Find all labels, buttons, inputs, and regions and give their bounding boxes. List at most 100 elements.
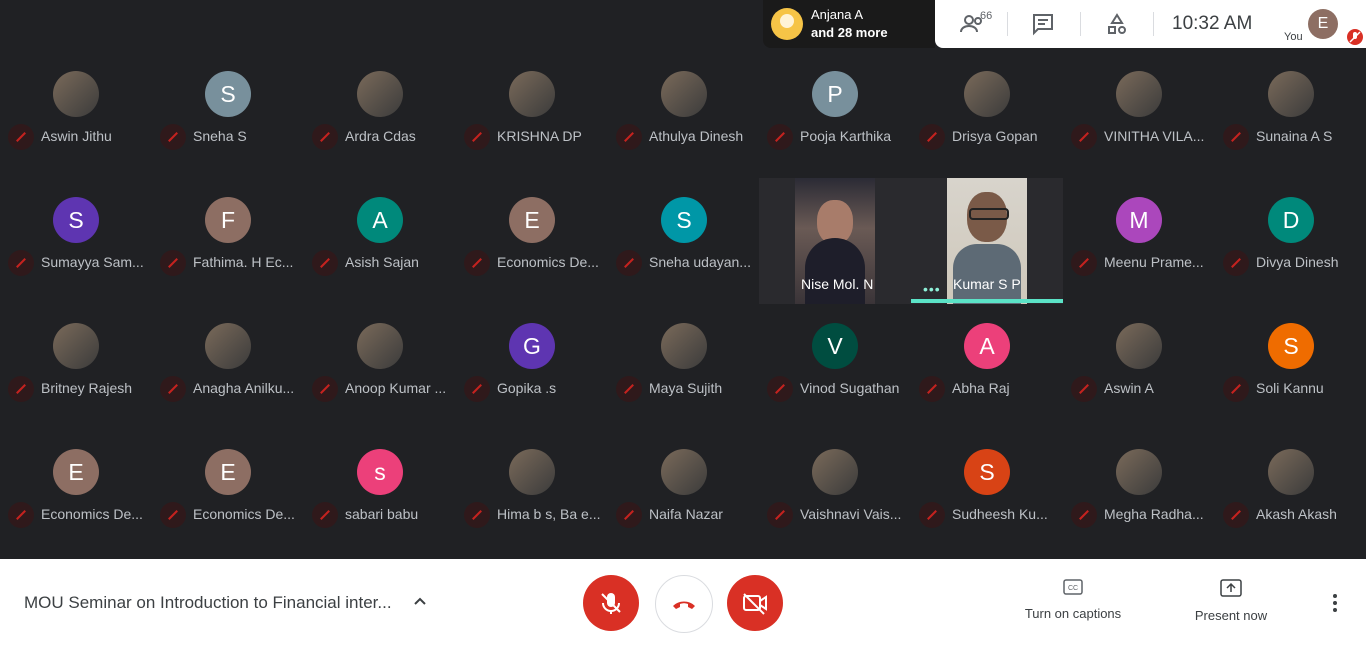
participant-avatar (1116, 323, 1162, 369)
participant-tile[interactable]: S Soli Kannu (1215, 304, 1366, 430)
participant-name: Athulya Dinesh (649, 128, 744, 144)
mic-off-icon (464, 502, 490, 528)
participant-tile[interactable]: E Economics De... (0, 430, 152, 556)
participant-avatar (205, 323, 251, 369)
participant-tile[interactable]: Britney Rajesh (0, 304, 152, 430)
meeting-title[interactable]: MOU Seminar on Introduction to Financial… (24, 593, 394, 613)
video-tile[interactable]: Nise Mol. N (759, 178, 911, 304)
mic-off-icon (160, 376, 186, 402)
mic-off-icon (1223, 250, 1249, 276)
participant-tile[interactable]: Ardra Cdas (304, 52, 456, 178)
participant-tile[interactable]: G Gopika .s (456, 304, 608, 430)
participant-tile[interactable]: M Meenu Prame... (1063, 178, 1215, 304)
mic-off-icon (8, 250, 34, 276)
present-now-button[interactable]: Present now (1171, 579, 1291, 623)
divider (1007, 12, 1008, 36)
participant-avatar: S (1268, 323, 1314, 369)
mic-off-button[interactable] (583, 575, 639, 631)
participant-avatar (509, 449, 555, 495)
mic-off-icon (616, 124, 642, 150)
participant-name: Aswin Jithu (41, 128, 112, 144)
participant-tile[interactable]: E Economics De... (456, 178, 608, 304)
present-icon (1220, 579, 1242, 597)
participant-name: Economics De... (193, 506, 295, 522)
video-tile-active[interactable]: ••• Kumar S P (911, 178, 1063, 304)
mic-off-icon (616, 376, 642, 402)
participant-avatar: P (812, 71, 858, 117)
participant-tile[interactable]: Drisya Gopan (911, 52, 1063, 178)
participant-tile[interactable]: P Pooja Karthika (759, 52, 911, 178)
mic-off-icon (160, 124, 186, 150)
participant-tile[interactable]: Aswin Jithu (0, 52, 152, 178)
participant-tile[interactable]: Anoop Kumar ... (304, 304, 456, 430)
participant-tile[interactable]: F Fathima. H Ec... (152, 178, 304, 304)
self-muted-icon (1347, 29, 1363, 45)
activities-icon[interactable] (1105, 12, 1133, 36)
participant-name: Fathima. H Ec... (193, 254, 294, 270)
participant-avatar: M (1116, 197, 1162, 243)
participant-tile[interactable]: Sunaina A S (1215, 52, 1366, 178)
mic-off-icon (767, 376, 793, 402)
leave-call-button[interactable] (655, 575, 713, 633)
participant-name: Economics De... (497, 254, 599, 270)
present-label: Present now (1194, 608, 1268, 623)
divider (1080, 12, 1081, 36)
participant-name: Megha Radha... (1104, 506, 1204, 522)
svg-text:CC: CC (1068, 585, 1078, 592)
participant-tile[interactable]: Aswin A (1063, 304, 1215, 430)
participant-name: Maya Sujith (649, 380, 723, 396)
participant-tile[interactable]: A Abha Raj (911, 304, 1063, 430)
participant-name: Vinod Sugathan (800, 380, 900, 396)
participant-avatar: A (357, 197, 403, 243)
participant-tile[interactable]: KRISHNA DP (456, 52, 608, 178)
participant-tile[interactable]: S Sudheesh Ku... (911, 430, 1063, 556)
participant-tile[interactable]: Naifa Nazar (608, 430, 760, 556)
join-notification[interactable]: Anjana A and 28 more (763, 0, 935, 48)
mic-off-icon (312, 376, 338, 402)
participant-name: Abha Raj (952, 380, 1010, 396)
participant-tile[interactable]: Maya Sujith (608, 304, 760, 430)
participant-avatar: F (205, 197, 251, 243)
mic-off-icon (160, 250, 186, 276)
mic-off-icon (464, 124, 490, 150)
self-view[interactable]: E You (1280, 0, 1366, 48)
participant-avatar: E (205, 449, 251, 495)
participant-tile[interactable]: Vaishnavi Vais... (759, 430, 911, 556)
participant-name: Divya Dinesh (1256, 254, 1339, 270)
participant-name: Economics De... (41, 506, 143, 522)
mic-off-icon (919, 502, 945, 528)
participant-avatar: D (1268, 197, 1314, 243)
self-label: You (1284, 31, 1303, 43)
participant-tile[interactable]: Hima b s, Ba e... (456, 430, 608, 556)
participant-tile[interactable]: S Sneha S (152, 52, 304, 178)
participant-tile[interactable]: A Asish Sajan (304, 178, 456, 304)
participant-tile[interactable]: D Divya Dinesh (1215, 178, 1366, 304)
chat-icon[interactable] (1031, 12, 1059, 36)
active-speaker-bar (911, 299, 1063, 303)
mic-off-icon (767, 502, 793, 528)
participant-tile[interactable]: Akash Akash (1215, 430, 1366, 556)
mic-off-icon (312, 502, 338, 528)
participant-tile[interactable]: s sabari babu (304, 430, 456, 556)
participant-tile[interactable]: V Vinod Sugathan (759, 304, 911, 430)
more-options-icon[interactable] (1325, 589, 1345, 617)
camera-off-icon (743, 593, 767, 615)
captions-button[interactable]: CC Turn on captions (1013, 579, 1133, 621)
participant-name: Soli Kannu (1256, 380, 1324, 396)
participant-name: Anoop Kumar ... (345, 380, 447, 396)
participant-tile[interactable]: E Economics De... (152, 430, 304, 556)
participant-tile[interactable]: VINITHA VILA... (1063, 52, 1215, 178)
chevron-up-icon[interactable] (410, 591, 430, 611)
participant-tile[interactable]: S Sneha udayan... (608, 178, 760, 304)
hang-up-icon (673, 601, 695, 609)
participant-tile[interactable]: Athulya Dinesh (608, 52, 760, 178)
participant-tile[interactable]: Anagha Anilku... (152, 304, 304, 430)
participant-tile[interactable]: S Sumayya Sam... (0, 178, 152, 304)
mic-off-icon (312, 250, 338, 276)
participant-tile[interactable]: Megha Radha... (1063, 430, 1215, 556)
participant-name: Sneha S (193, 128, 247, 144)
mic-off-icon (8, 502, 34, 528)
mic-off-icon (464, 250, 490, 276)
mic-off-icon (616, 250, 642, 276)
camera-off-button[interactable] (727, 575, 783, 631)
